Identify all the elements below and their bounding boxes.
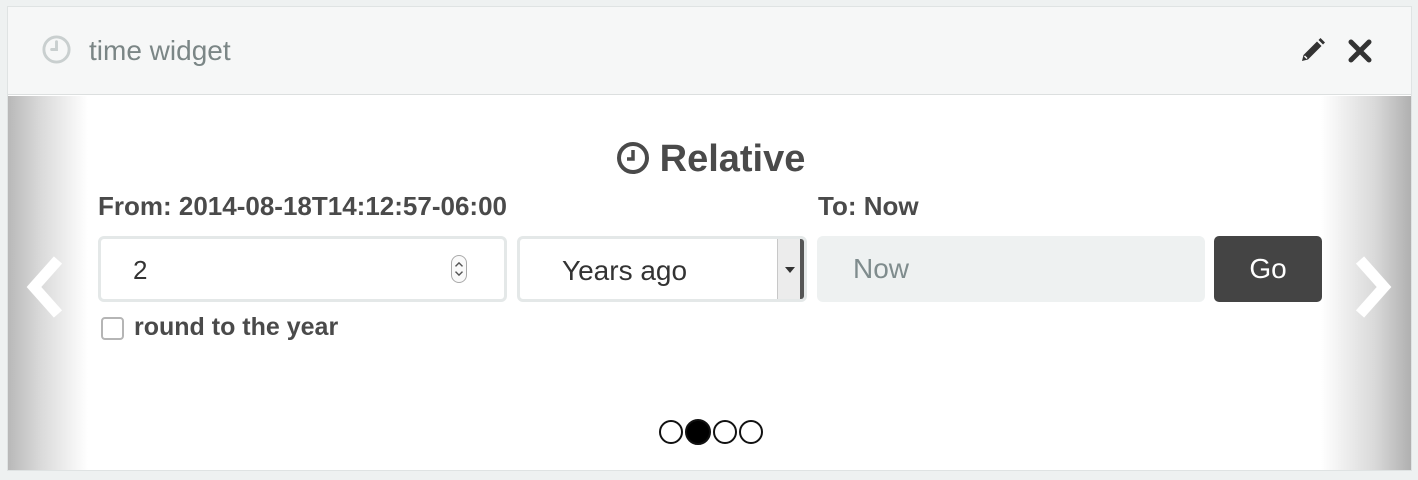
pencil-icon[interactable] <box>1298 37 1326 65</box>
time-widget-panel: time widget Relative From: 2014-08-18T14… <box>7 6 1412 471</box>
go-button[interactable]: Go <box>1214 236 1322 302</box>
time-carousel: Relative From: 2014-08-18T14:12:57-06:00… <box>8 96 1411 470</box>
amount-value: 2 <box>133 255 148 285</box>
carousel-dot-4[interactable] <box>739 420 763 444</box>
clock-icon <box>616 142 649 174</box>
amount-number-input[interactable]: 2 <box>98 236 507 302</box>
carousel-dot-3[interactable] <box>713 420 737 444</box>
to-input-placeholder: Now <box>853 253 910 284</box>
carousel-dot-1[interactable] <box>659 420 683 444</box>
unit-select[interactable]: Years ago <box>517 236 807 302</box>
mode-heading: Relative <box>8 136 1411 182</box>
widget-header: time widget <box>8 7 1411 95</box>
close-icon[interactable] <box>1347 38 1373 64</box>
prev-arrow-icon[interactable] <box>22 252 72 322</box>
to-label: To: Now <box>818 191 919 221</box>
round-checkbox[interactable] <box>101 317 124 340</box>
number-spinner-icon[interactable] <box>451 255 467 283</box>
round-checkbox-label[interactable]: round to the year <box>134 312 338 342</box>
next-arrow-icon[interactable] <box>1346 252 1396 322</box>
mode-heading-label: Relative <box>659 138 806 180</box>
clock-icon <box>42 35 71 64</box>
to-input[interactable]: Now <box>817 236 1205 302</box>
from-label: From: 2014-08-18T14:12:57-06:00 <box>98 191 507 221</box>
dropdown-caret-icon[interactable] <box>777 239 804 299</box>
carousel-dot-2-active[interactable] <box>685 419 711 445</box>
carousel-indicators <box>659 419 765 446</box>
widget-title: time widget <box>89 35 231 66</box>
unit-selected-value: Years ago <box>562 255 688 286</box>
